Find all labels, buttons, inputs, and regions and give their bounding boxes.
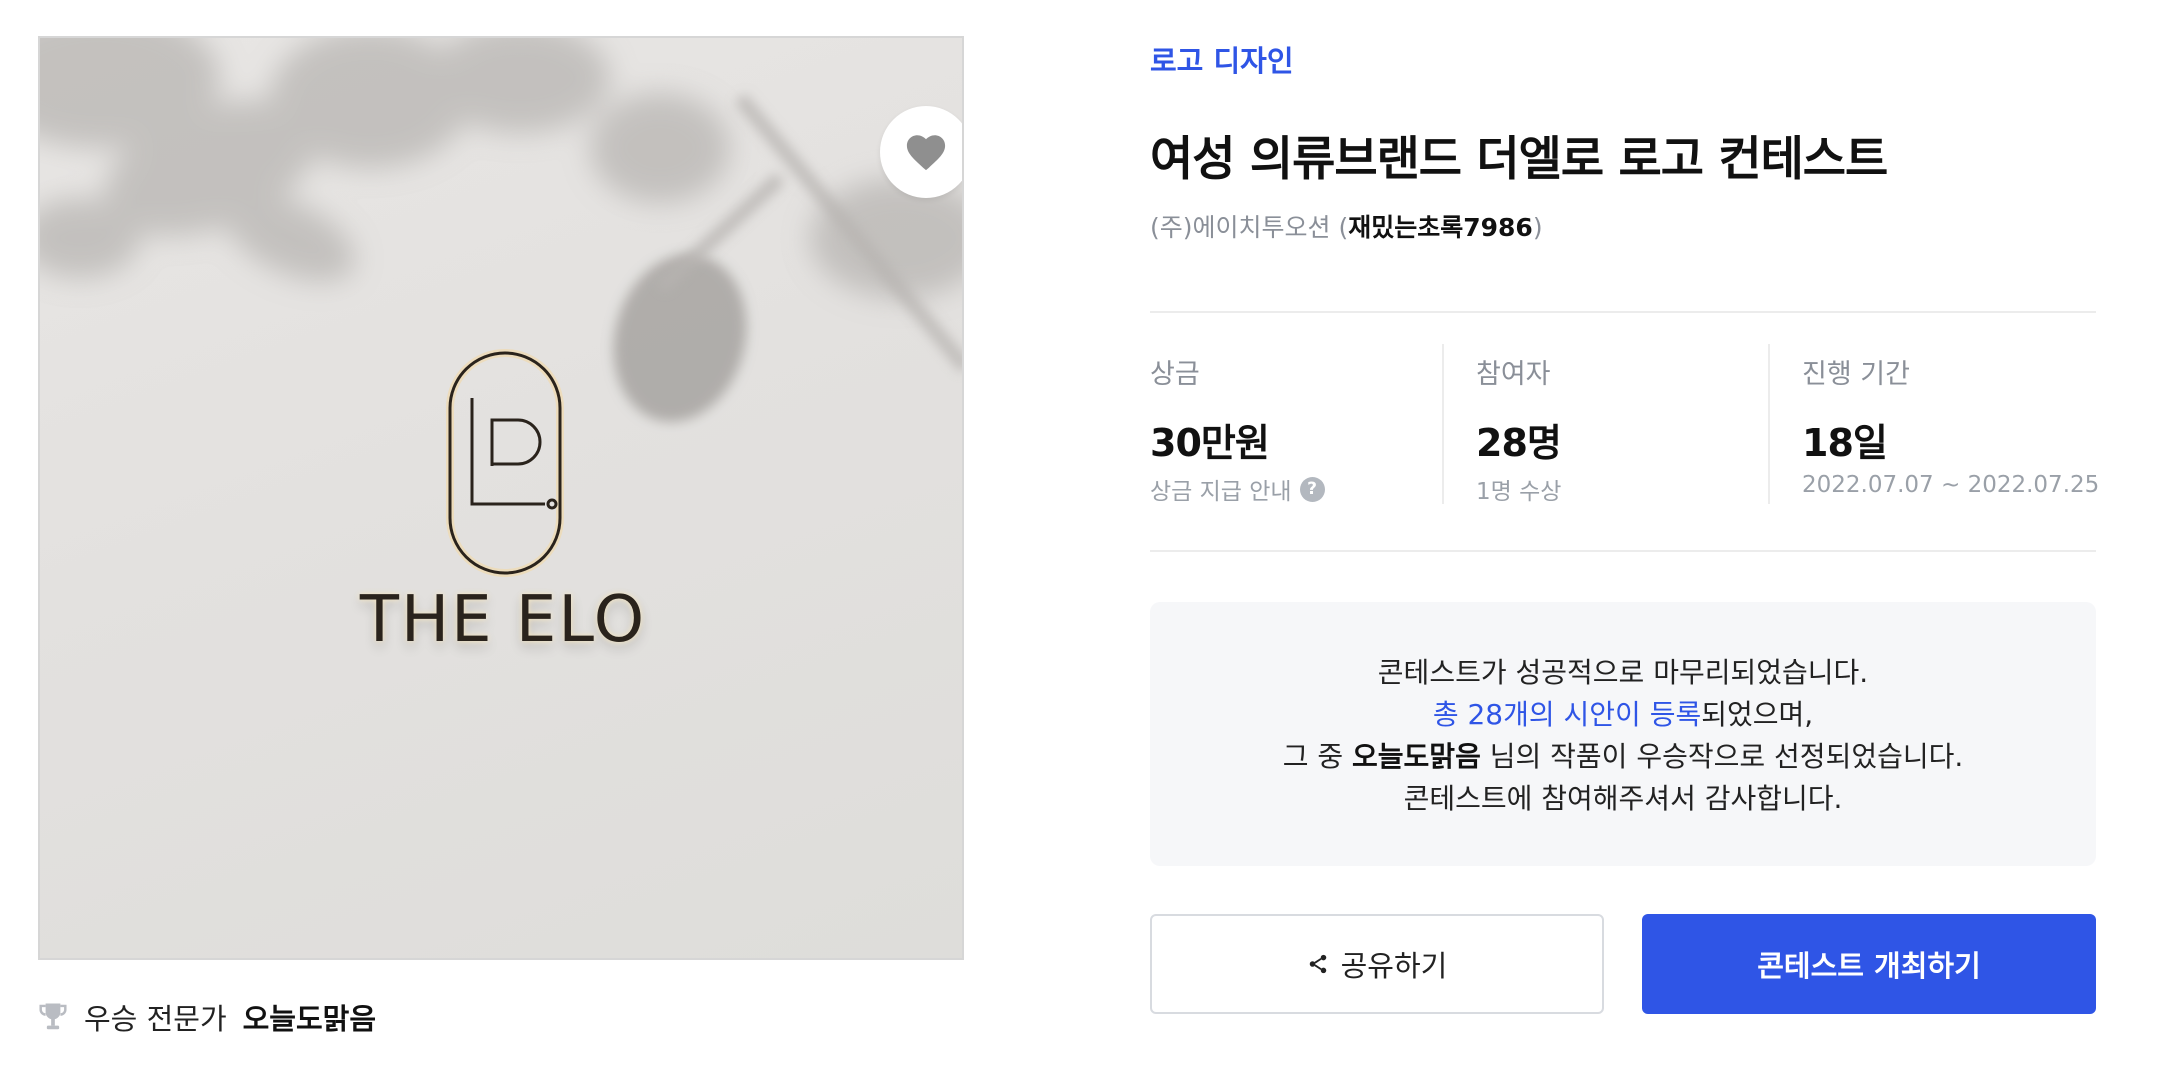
stat-participants-label: 참여자 [1476, 359, 1551, 390]
contest-stats: 상금 30만원 상금 지급 안내 ? 참여자 28명 1명 수상 진행 기간 1… [1150, 344, 2100, 506]
entries-link[interactable]: 총 28개의 시안이 등록 [1433, 698, 1701, 731]
stat-period-dates: 2022.07.07 ~ 2022.07.25 [1802, 472, 2100, 498]
stat-prize: 상금 30만원 상금 지급 안내 ? [1150, 344, 1444, 506]
trophy-icon [39, 1003, 67, 1030]
stat-period-value: 18일 [1802, 421, 1888, 465]
shadow-backdrop [40, 38, 962, 577]
stat-period-label: 진행 기간 [1802, 359, 1910, 390]
stat-separator [1768, 344, 1770, 504]
winner-info: 우승 전문가 오늘도맑음 [38, 996, 376, 1038]
winner-name: 오늘도맑음 [242, 1002, 377, 1036]
stat-prize-label: 상금 [1150, 359, 1200, 390]
notice-line-2-rest: 되었으며, [1701, 698, 1814, 731]
notice-line-3-pre: 그 중 [1282, 740, 1353, 773]
stat-period: 진행 기간 18일 2022.07.07 ~ 2022.07.25 [1802, 344, 2100, 504]
heart-icon [906, 135, 946, 171]
contest-title: 여성 의류브랜드 더엘로 로고 컨테스트 [1150, 132, 1888, 187]
host-contest-button-label: 콘테스트 개최하기 [1757, 949, 1981, 983]
divider-bottom [1150, 550, 2096, 552]
contest-host: (주)에이치투오션 (재밌는초록7986) [1150, 208, 1543, 244]
notice-line-3: 그 중 오늘도맑음 님의 작품이 우승작으로 선정되었습니다. [1150, 736, 2096, 778]
stat-participants-sub: 1명 수상 [1476, 479, 1562, 505]
share-button[interactable]: 공유하기 [1150, 914, 1604, 1014]
notice-line-3-post: 님의 작품이 우승작으로 선정되었습니다. [1480, 740, 1964, 773]
host-username: 재밌는초록7986 [1348, 213, 1533, 242]
host-close: ) [1532, 213, 1543, 242]
help-icon[interactable]: ? [1299, 476, 1325, 502]
elo-logo-mark [446, 349, 564, 577]
divider-top [1150, 311, 2096, 313]
notice-line-4: 콘테스트에 참여해주셔서 감사합니다. [1403, 782, 1843, 815]
contest-category[interactable]: 로고 디자인 [1150, 38, 1294, 80]
share-button-label: 공유하기 [1340, 949, 1448, 983]
share-icon [1309, 954, 1326, 974]
stat-participants-value: 28명 [1476, 421, 1562, 465]
host-contest-button[interactable]: 콘테스트 개최하기 [1642, 914, 2096, 1014]
winner-label: 우승 전문가 [84, 1002, 227, 1036]
favorite-button[interactable] [880, 106, 962, 198]
stat-participants: 참여자 28명 1명 수상 [1476, 344, 1770, 505]
contest-image: THE ELO [38, 36, 964, 960]
prize-payment-guide-label: 상금 지급 안내 [1150, 479, 1292, 505]
host-company: (주)에이치투오션 ( [1150, 213, 1349, 242]
prize-payment-guide[interactable]: 상금 지급 안내 ? [1150, 472, 1325, 506]
stat-separator [1442, 344, 1444, 504]
stat-prize-value: 30만원 [1150, 421, 1270, 465]
contest-result-notice: 콘테스트가 성공적으로 마무리되었습니다. 총 28개의 시안이 등록되었으며,… [1150, 602, 2096, 866]
notice-line-2: 총 28개의 시안이 등록되었으며, [1150, 694, 2096, 736]
notice-line-1: 콘테스트가 성공적으로 마무리되었습니다. [1377, 656, 1869, 689]
notice-winner-name: 오늘도맑음 [1352, 740, 1481, 773]
logo-wordmark: THE ELO [359, 583, 647, 657]
